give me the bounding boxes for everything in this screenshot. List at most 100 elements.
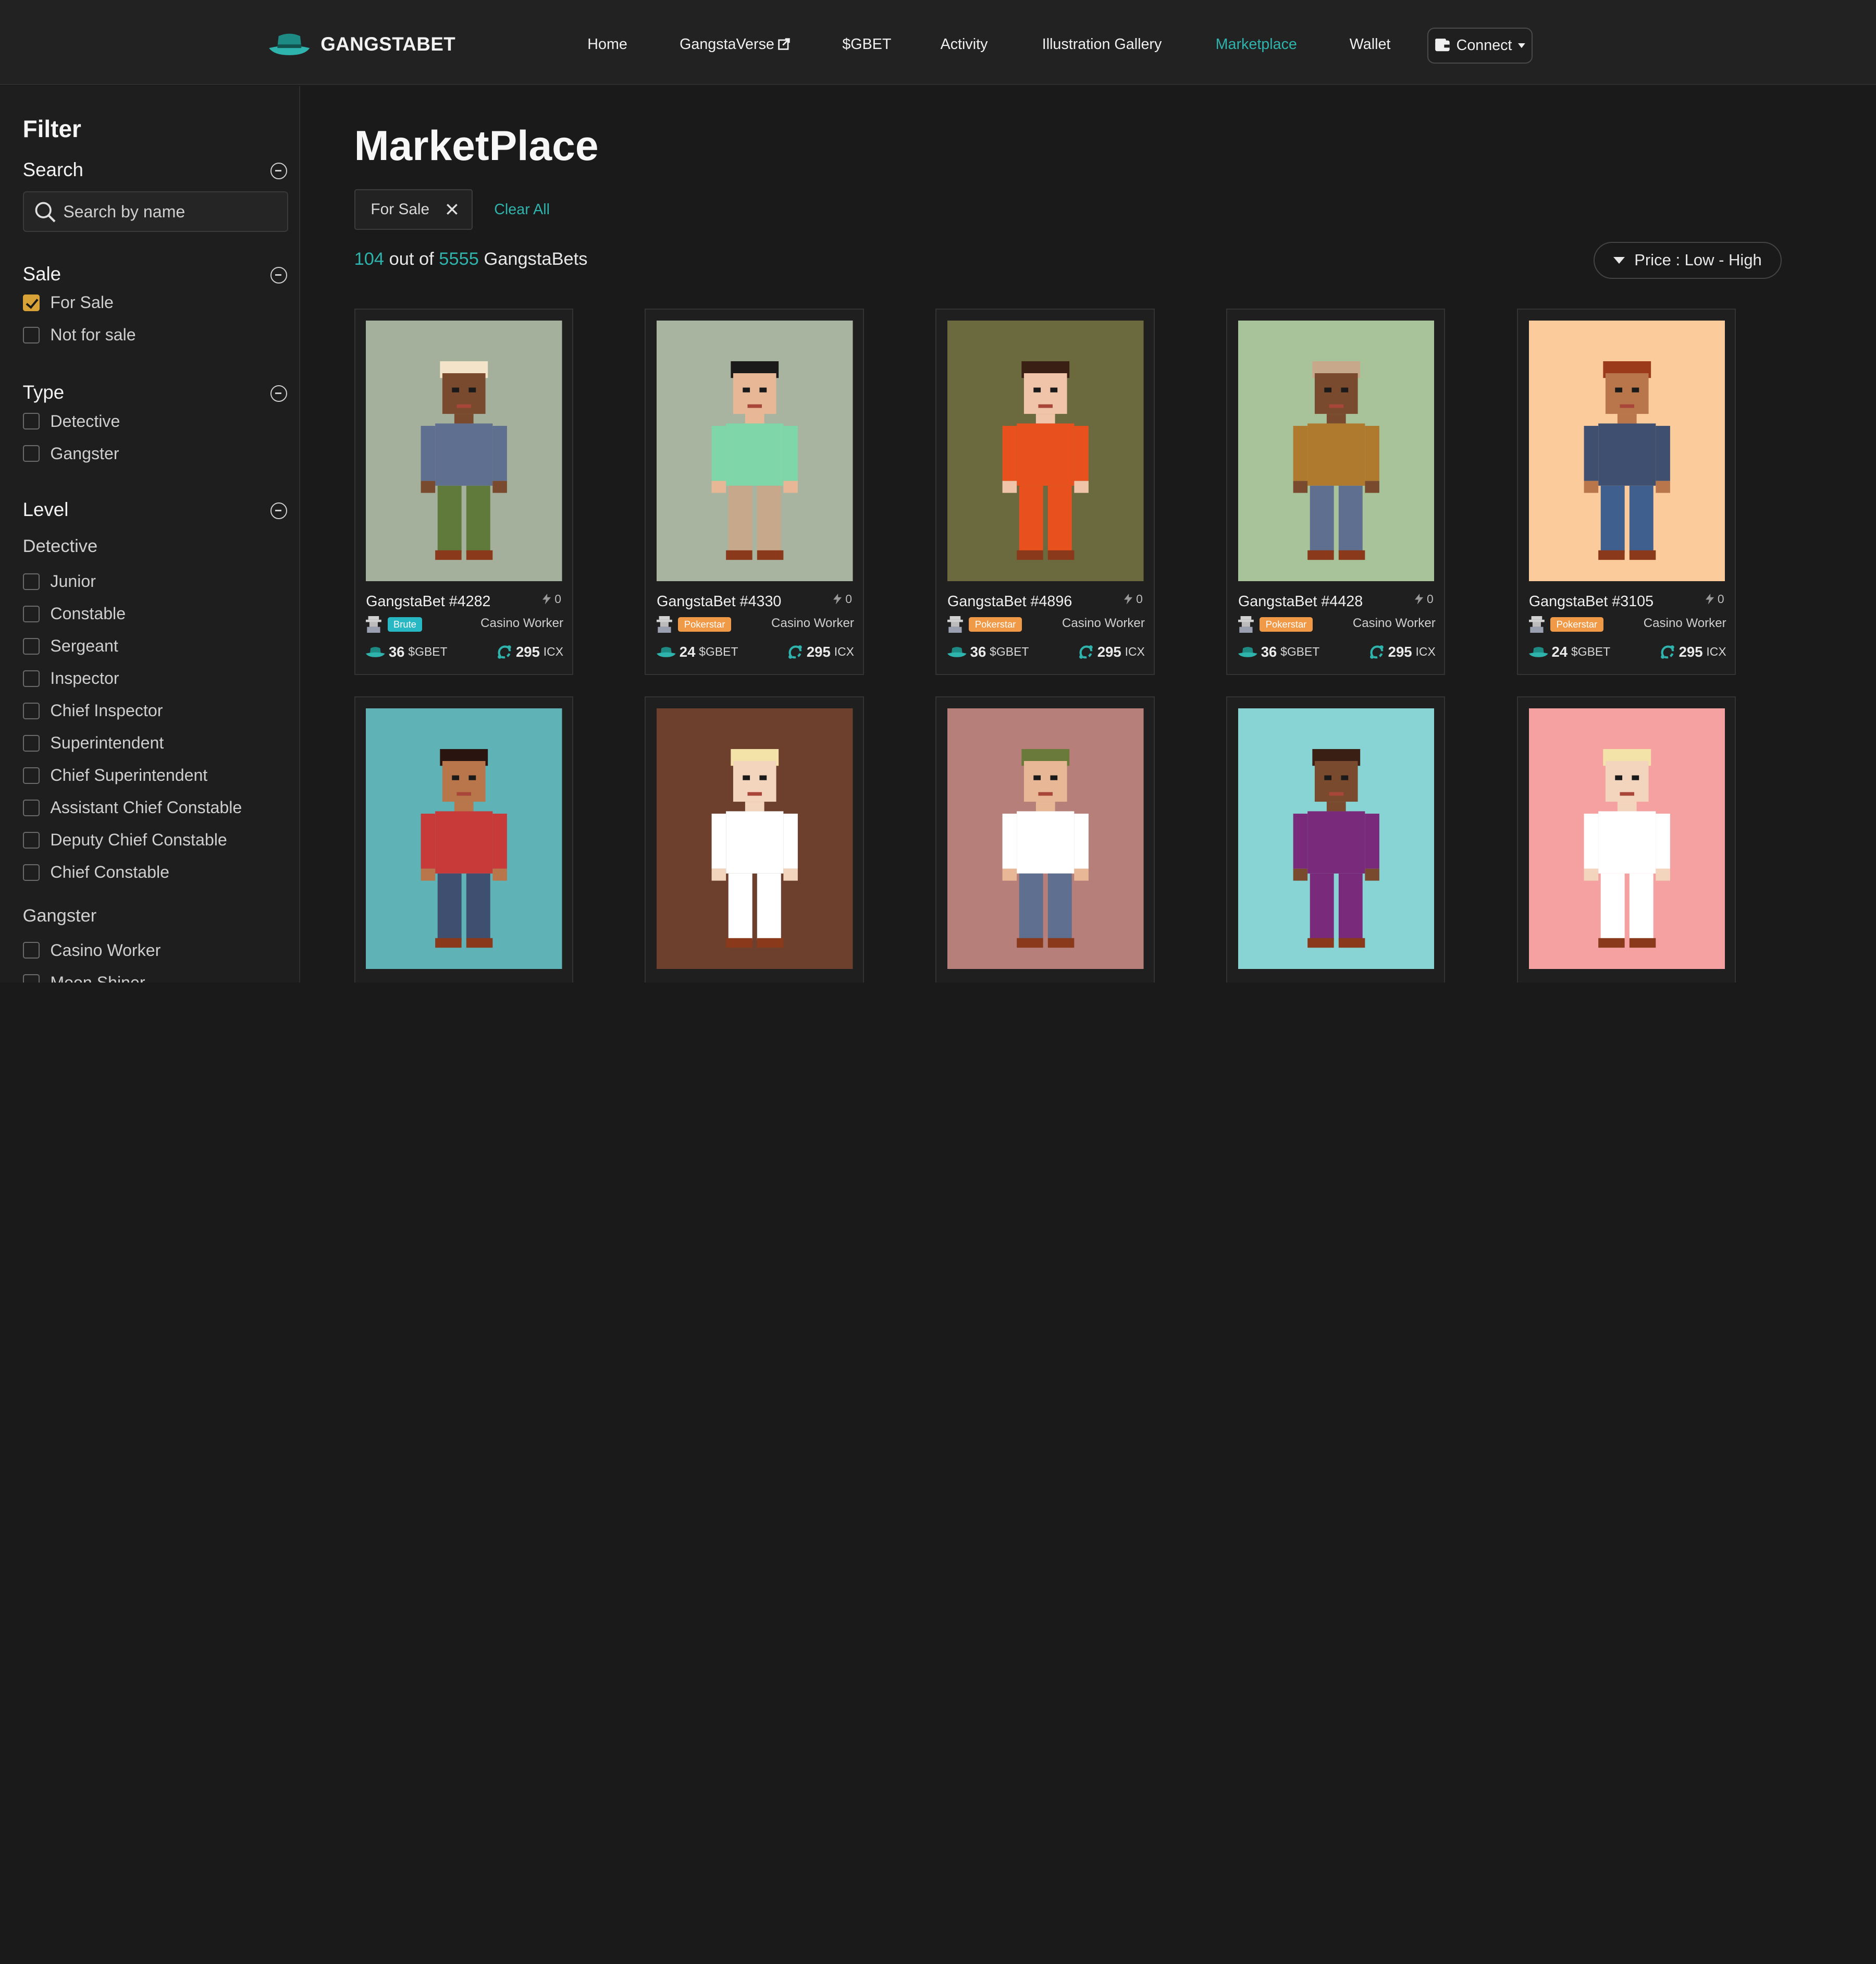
nft-price-row: 24 $GBET 295 ICX bbox=[1528, 644, 1726, 663]
search-heading: Search bbox=[22, 159, 83, 181]
nft-role: Casino Worker bbox=[1352, 616, 1436, 631]
nft-image[interactable] bbox=[947, 708, 1144, 969]
nft-role-row: Pokerstar Casino Worker bbox=[1528, 616, 1726, 633]
checkbox-level-assistant-chief-constable[interactable]: Assistant Chief Constable bbox=[22, 798, 242, 817]
nft-image[interactable] bbox=[1528, 708, 1725, 969]
checkbox-label: Superintendent bbox=[50, 733, 164, 753]
checkbox-box[interactable] bbox=[22, 702, 40, 719]
checkbox-box[interactable] bbox=[22, 799, 40, 816]
checkbox-level-constable[interactable]: Constable bbox=[22, 604, 126, 623]
collapse-sale-icon[interactable] bbox=[270, 266, 287, 284]
checkbox-label: Assistant Chief Constable bbox=[50, 798, 242, 817]
sort-label: Price : Low - High bbox=[1634, 251, 1762, 269]
checkbox-detective[interactable]: Detective bbox=[22, 412, 120, 431]
nft-card[interactable]: GangstaBet #4330 0 Pokerstar Casino Work… bbox=[645, 309, 864, 675]
nft-class-badge: Pokerstar bbox=[1550, 617, 1603, 632]
checkbox-level-moon-shiner[interactable]: Moon Shiner bbox=[22, 973, 145, 983]
nft-image[interactable] bbox=[1528, 320, 1725, 582]
nft-card[interactable] bbox=[1226, 696, 1446, 983]
nft-image[interactable] bbox=[1238, 708, 1435, 969]
checkbox-box[interactable] bbox=[22, 941, 40, 959]
wallet-icon bbox=[1435, 39, 1450, 52]
checkbox-level-chief-constable[interactable]: Chief Constable bbox=[22, 863, 169, 882]
nft-image[interactable] bbox=[947, 320, 1144, 582]
icx-amount: 295 bbox=[1097, 643, 1121, 660]
checkbox-box[interactable] bbox=[22, 831, 40, 849]
checkbox-label: Inspector bbox=[50, 669, 119, 688]
checkbox-label: Chief Inspector bbox=[50, 701, 163, 720]
checkbox-level-casino-worker[interactable]: Casino Worker bbox=[22, 941, 161, 960]
character-class-icon bbox=[1238, 616, 1254, 633]
result-count-out-of: out of bbox=[389, 249, 434, 269]
checkbox-not-for-sale[interactable]: Not for sale bbox=[22, 325, 136, 345]
nft-card[interactable]: GangstaBet #4282 0 Brute Casino Worker 3… bbox=[354, 309, 573, 675]
brand-logo[interactable]: GANGSTABET bbox=[268, 31, 455, 58]
nft-name: GangstaBet #4282 bbox=[366, 593, 491, 610]
collapse-level-icon[interactable] bbox=[270, 502, 287, 520]
icx-unit: ICX bbox=[1415, 645, 1436, 659]
bolt-icon bbox=[833, 593, 842, 605]
checkbox-level-deputy-chief-constable[interactable]: Deputy Chief Constable bbox=[22, 830, 227, 850]
nav-gbet[interactable]: $GBET bbox=[842, 36, 891, 53]
icx-icon bbox=[788, 645, 802, 659]
nav-wallet[interactable]: Wallet bbox=[1350, 36, 1391, 53]
checkbox-box[interactable] bbox=[22, 573, 40, 590]
sort-dropdown[interactable]: Price : Low - High bbox=[1594, 241, 1782, 279]
checkbox-box[interactable] bbox=[22, 974, 40, 983]
fedora-hat-icon bbox=[366, 647, 385, 658]
nav-activity[interactable]: Activity bbox=[941, 36, 988, 53]
top-navigation-bar: GANGSTABET Home GangstaVerse $GBET Activ… bbox=[0, 0, 1876, 85]
collapse-search-icon[interactable] bbox=[270, 163, 287, 180]
checkbox-box[interactable] bbox=[22, 326, 40, 344]
collapse-type-icon[interactable] bbox=[270, 385, 287, 402]
nav-gangstaverse[interactable]: GangstaVerse bbox=[680, 36, 790, 53]
checkbox-box[interactable] bbox=[22, 637, 40, 655]
gbet-unit: $GBET bbox=[408, 645, 448, 659]
clear-all-link[interactable]: Clear All bbox=[494, 201, 550, 218]
checkbox-box[interactable] bbox=[22, 734, 40, 752]
checkbox-box[interactable] bbox=[22, 413, 40, 430]
checkbox-box[interactable] bbox=[22, 864, 40, 881]
nft-card[interactable]: GangstaBet #4896 0 Pokerstar Casino Work… bbox=[935, 309, 1155, 675]
nft-likes: 0 bbox=[833, 592, 852, 606]
checkbox-level-sergeant[interactable]: Sergeant bbox=[22, 636, 118, 656]
nft-card[interactable] bbox=[354, 696, 573, 983]
checkbox-label: Gangster bbox=[50, 444, 119, 463]
search-input[interactable] bbox=[63, 202, 279, 222]
checkbox-gangster[interactable]: Gangster bbox=[22, 444, 119, 463]
nft-card[interactable]: GangstaBet #4428 0 Pokerstar Casino Work… bbox=[1226, 309, 1446, 675]
character-class-icon bbox=[366, 616, 382, 633]
active-filter-chip[interactable]: For Sale bbox=[354, 189, 473, 230]
close-icon[interactable] bbox=[446, 203, 458, 215]
checkbox-for-sale[interactable]: For Sale bbox=[22, 293, 114, 312]
nft-image[interactable] bbox=[366, 320, 562, 582]
nft-image[interactable] bbox=[366, 708, 562, 969]
nav-home[interactable]: Home bbox=[587, 36, 627, 53]
checkbox-level-chief-inspector[interactable]: Chief Inspector bbox=[22, 701, 163, 720]
checkbox-box[interactable] bbox=[22, 445, 40, 462]
icx-price: 295 ICX bbox=[1369, 644, 1436, 660]
checkbox-level-inspector[interactable]: Inspector bbox=[22, 669, 119, 688]
nft-image[interactable] bbox=[657, 708, 853, 969]
nft-image[interactable] bbox=[657, 320, 853, 582]
checkbox-level-junior[interactable]: Junior bbox=[22, 572, 96, 591]
likes-count: 0 bbox=[1136, 592, 1143, 606]
checkbox-box[interactable] bbox=[22, 605, 40, 622]
checkbox-level-chief-superintendent[interactable]: Chief Superintendent bbox=[22, 766, 207, 785]
icx-icon bbox=[1660, 645, 1674, 659]
nft-card[interactable] bbox=[935, 696, 1155, 983]
checkbox-level-superintendent[interactable]: Superintendent bbox=[22, 733, 164, 753]
checkbox-box[interactable] bbox=[22, 294, 40, 312]
nft-image[interactable] bbox=[1238, 320, 1435, 582]
nft-card[interactable] bbox=[1517, 696, 1736, 983]
nft-role: Casino Worker bbox=[771, 616, 854, 631]
checkbox-box[interactable] bbox=[22, 767, 40, 784]
connect-button[interactable]: Connect bbox=[1427, 27, 1533, 64]
gbet-amount: 36 bbox=[1261, 643, 1277, 660]
nft-card[interactable]: GangstaBet #3105 0 Pokerstar Casino Work… bbox=[1517, 309, 1736, 675]
checkbox-box[interactable] bbox=[22, 670, 40, 687]
nft-card[interactable] bbox=[645, 696, 864, 983]
nav-illustration-gallery[interactable]: Illustration Gallery bbox=[1042, 36, 1162, 53]
nav-marketplace[interactable]: Marketplace bbox=[1216, 36, 1297, 53]
nft-class-badge: Pokerstar bbox=[1260, 617, 1313, 632]
